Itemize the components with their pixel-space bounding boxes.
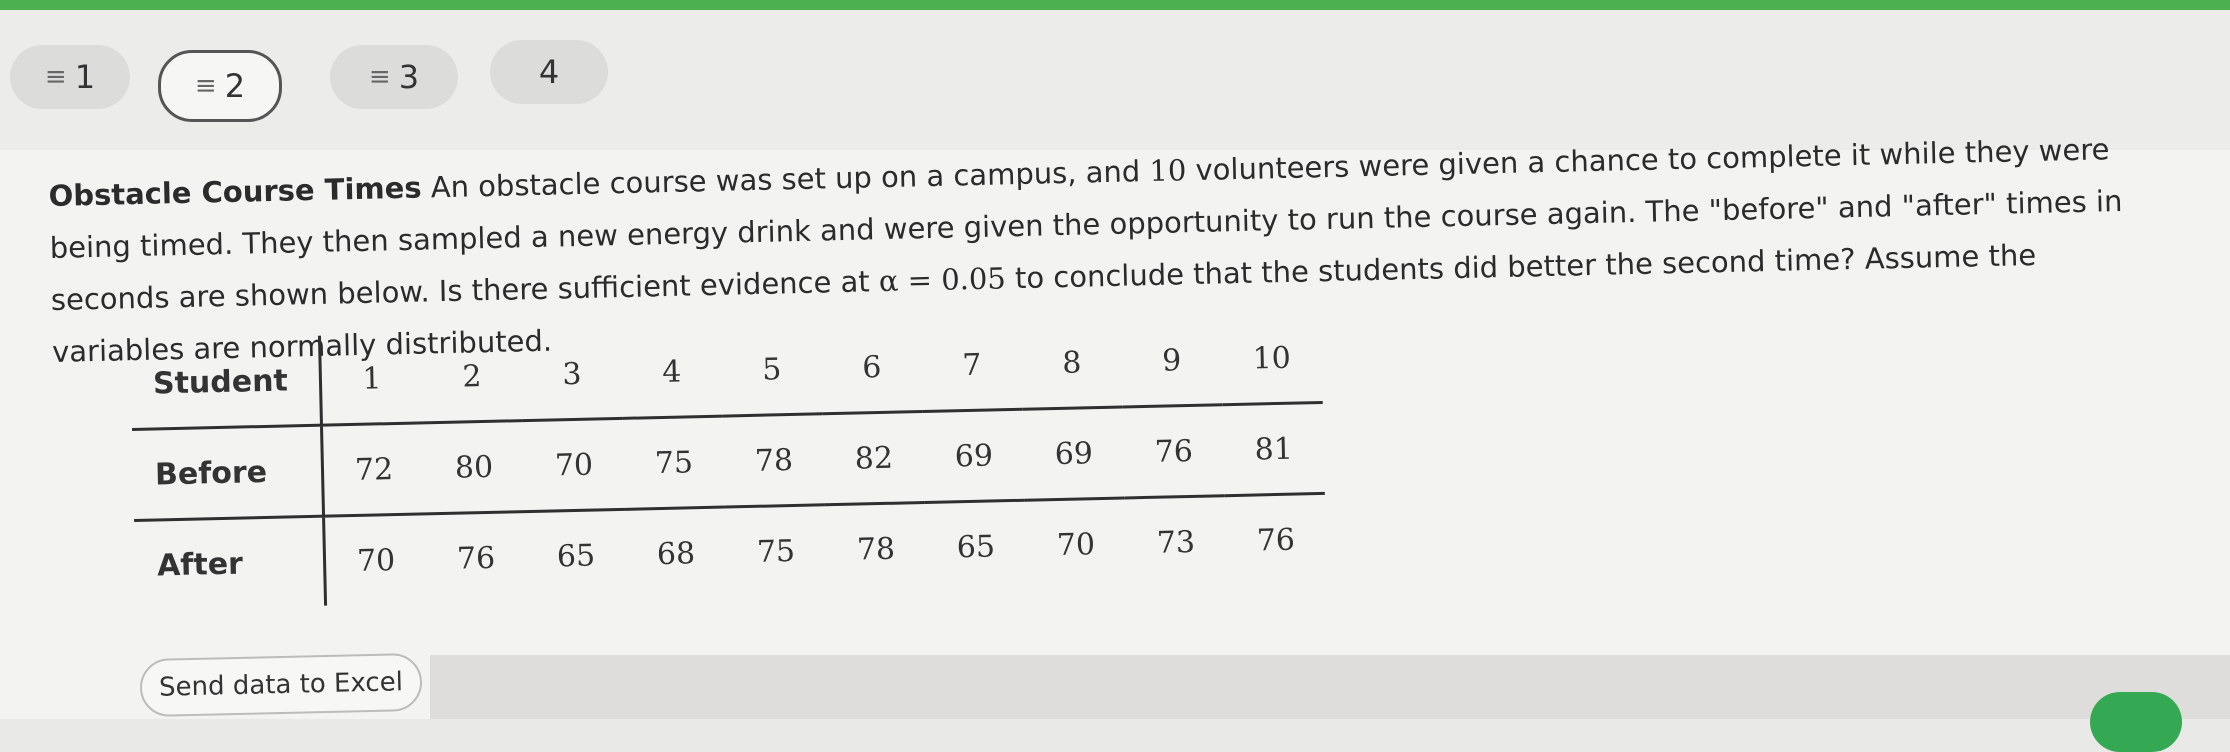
table-cell: 76 [456, 540, 496, 577]
table-cell: 3 [520, 328, 623, 421]
send-to-excel-label: Send data to Excel [158, 667, 404, 703]
table-cell: 76 [1122, 404, 1225, 498]
table-cell: 72 [321, 422, 426, 517]
step-2-tab[interactable]: ≡ 2 [158, 50, 282, 122]
table-cell: 68 [656, 535, 696, 572]
table-cell: 78 [722, 413, 825, 508]
table-cell: 65 [956, 528, 996, 565]
green-action-button[interactable] [2090, 692, 2182, 752]
table-cell: 76 [1256, 522, 1296, 558]
table-cell: 70 [356, 542, 396, 579]
table-cell: 9 [1120, 315, 1223, 407]
step-3-tab[interactable]: ≡ 3 [330, 45, 458, 109]
table-cell: 1 [319, 333, 423, 426]
step-1-tab[interactable]: ≡ 1 [10, 45, 130, 109]
answer-area-strip [430, 655, 2230, 719]
step-4-tab[interactable]: 4 [490, 40, 608, 104]
table-cell: 69 [1022, 406, 1125, 501]
table-cell: 4 [620, 326, 723, 419]
table-cell: 6 [820, 322, 923, 414]
table-cell: 2 [420, 331, 523, 423]
table-cell: 81 [1222, 402, 1325, 496]
table-cell: 78 [856, 531, 896, 568]
table-cell: 7 [920, 319, 1023, 412]
table-cell: 65 [556, 538, 596, 574]
step-3-label: 3 [398, 58, 420, 96]
problem-title: Obstacle Course Times [48, 170, 422, 213]
table-cell: 73 [1156, 524, 1196, 561]
table-cell: 70 [1056, 526, 1096, 563]
table-cell: 75 [622, 416, 725, 510]
row-header-before: Before [132, 425, 324, 521]
table-cell: 70 [522, 418, 625, 512]
table-cell: 8 [1020, 317, 1123, 410]
lines-icon: ≡ [44, 62, 67, 92]
table-cell: 75 [756, 533, 796, 570]
table-cell: 10 [1220, 312, 1323, 405]
step-2-label: 2 [224, 67, 246, 105]
step-1-label: 1 [74, 58, 96, 96]
table-cell: 82 [822, 411, 925, 505]
table-cell: 5 [720, 324, 823, 417]
alpha-value: α = 0.05 [878, 261, 1007, 299]
table-cell: 69 [922, 409, 1025, 503]
problem-text-1: An obstacle course was set up on a campu… [421, 154, 1150, 205]
send-to-excel-button[interactable]: Send data to Excel [139, 652, 423, 718]
row-header-after: After [134, 516, 326, 610]
data-table: Student 1 2 3 4 5 6 7 8 9 10 Before 72 8… [130, 312, 1327, 610]
top-accent-bar [0, 0, 2230, 10]
table-cell: 80 [422, 420, 525, 514]
lines-icon: ≡ [368, 62, 391, 92]
step-4-label: 4 [538, 53, 560, 91]
row-header-student: Student [130, 335, 322, 430]
volunteer-count: 10 [1149, 153, 1187, 189]
lines-icon: ≡ [194, 71, 217, 101]
